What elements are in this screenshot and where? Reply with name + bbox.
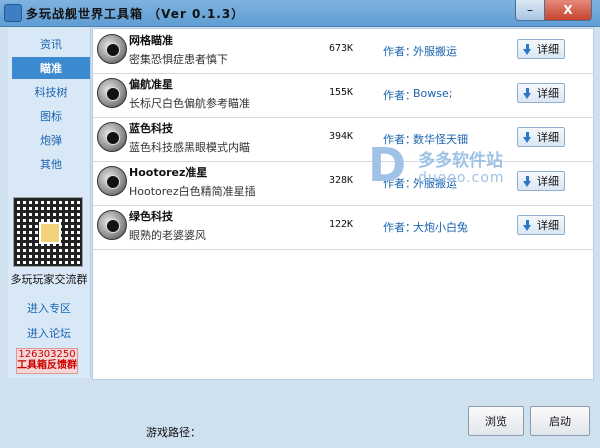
detail-button[interactable]: 详细	[517, 127, 565, 147]
mod-author: 数华怪天钿	[413, 133, 468, 146]
list-item: 网格瞄准 密集恐惧症患者慎下 673K 作者： 外服搬运 详细	[93, 29, 593, 74]
mod-name: 蓝色科技	[129, 122, 173, 135]
detail-label: 详细	[537, 87, 559, 100]
detail-label: 详细	[537, 131, 559, 144]
download-icon	[523, 87, 532, 99]
nav-item-icons[interactable]: 图标	[12, 105, 90, 127]
enter-forum-link[interactable]: 进入论坛	[8, 325, 90, 341]
close-button[interactable]: X	[544, 0, 592, 21]
mod-author: 外服搬运	[413, 45, 457, 58]
mod-desc: 长标尺白色偏航参考瞄准	[129, 97, 250, 110]
detail-label: 详细	[537, 175, 559, 188]
browse-button[interactable]: 浏览	[468, 406, 524, 436]
mod-size: 394K	[329, 131, 354, 142]
mod-size: 673K	[329, 43, 354, 54]
download-icon	[523, 131, 532, 143]
mod-name: 网格瞄准	[129, 34, 173, 47]
mod-size: 122K	[329, 219, 354, 230]
mod-icon	[97, 210, 127, 240]
download-icon	[523, 175, 532, 187]
mod-name: 偏航准星	[129, 78, 173, 91]
download-icon	[523, 43, 532, 55]
mod-icon	[97, 78, 127, 108]
title-bar: 多玩战舰世界工具箱 （Ver 0.1.3） – X	[0, 0, 600, 27]
feedback-label: 工具箱反馈群	[17, 360, 77, 371]
mod-desc: 密集恐惧症患者慎下	[129, 53, 228, 66]
game-path-label: 游戏路径：	[146, 426, 201, 439]
mod-icon	[97, 122, 127, 152]
window-title: 多玩战舰世界工具箱 （Ver 0.1.3）	[26, 7, 245, 21]
mod-list: 网格瞄准 密集恐惧症患者慎下 673K 作者： 外服搬运 详细 偏航准星 长标尺…	[92, 28, 594, 380]
nav-item-shells[interactable]: 炮弹	[12, 129, 90, 151]
nav-item-news[interactable]: 资讯	[12, 33, 90, 55]
mod-name: 绿色科技	[129, 210, 173, 223]
author-label: 作者：	[383, 89, 416, 102]
author-label: 作者：	[383, 45, 416, 58]
nav-item-aim[interactable]: 瞄准	[12, 57, 90, 79]
feedback-number: 126303250	[18, 349, 76, 360]
mod-desc: 眼熟的老婆婆风	[129, 229, 206, 242]
author-label: 作者：	[383, 221, 416, 234]
detail-label: 详细	[537, 43, 559, 56]
mod-author: Bowse;	[413, 87, 453, 100]
mod-author: 外服搬运	[413, 177, 457, 190]
mod-desc: 蓝色科技感黑眼模式内瞄	[129, 141, 250, 154]
app-icon	[4, 4, 22, 22]
qr-logo-icon	[39, 222, 61, 244]
detail-button[interactable]: 详细	[517, 39, 565, 59]
mod-size: 155K	[329, 87, 354, 98]
detail-label: 详细	[537, 219, 559, 232]
author-label: 作者：	[383, 177, 416, 190]
list-item: 绿色科技 眼熟的老婆婆风 122K 作者： 大炮小白兔 详细	[93, 205, 593, 250]
list-item: 偏航准星 长标尺白色偏航参考瞄准 155K 作者： Bowse; 详细	[93, 73, 593, 118]
list-item: Hootorez准星 Hootorez白色精简准星插 328K 作者： 外服搬运…	[93, 161, 593, 206]
download-icon	[523, 219, 532, 231]
mod-desc: Hootorez白色精简准星插	[129, 185, 256, 198]
launch-button[interactable]: 启动	[530, 406, 590, 436]
mod-author: 大炮小白兔	[413, 221, 468, 234]
feedback-group-badge[interactable]: 126303250 工具箱反馈群	[16, 348, 78, 374]
detail-button[interactable]: 详细	[517, 171, 565, 191]
author-label: 作者：	[383, 133, 416, 146]
detail-button[interactable]: 详细	[517, 215, 565, 235]
nav-item-tech-tree[interactable]: 科技树	[12, 81, 90, 103]
detail-button[interactable]: 详细	[517, 83, 565, 103]
enter-zone-link[interactable]: 进入专区	[8, 300, 90, 316]
minimize-button[interactable]: –	[515, 0, 545, 21]
mod-name: Hootorez准星	[129, 166, 208, 179]
mod-icon	[97, 166, 127, 196]
nav-item-other[interactable]: 其他	[12, 153, 90, 175]
mod-size: 328K	[329, 175, 354, 186]
list-item: 蓝色科技 蓝色科技感黑眼模式内瞄 394K 作者： 数华怪天钿 详细	[93, 117, 593, 162]
qq-group-label: 多玩玩家交流群	[10, 273, 88, 286]
mod-icon	[97, 34, 127, 64]
